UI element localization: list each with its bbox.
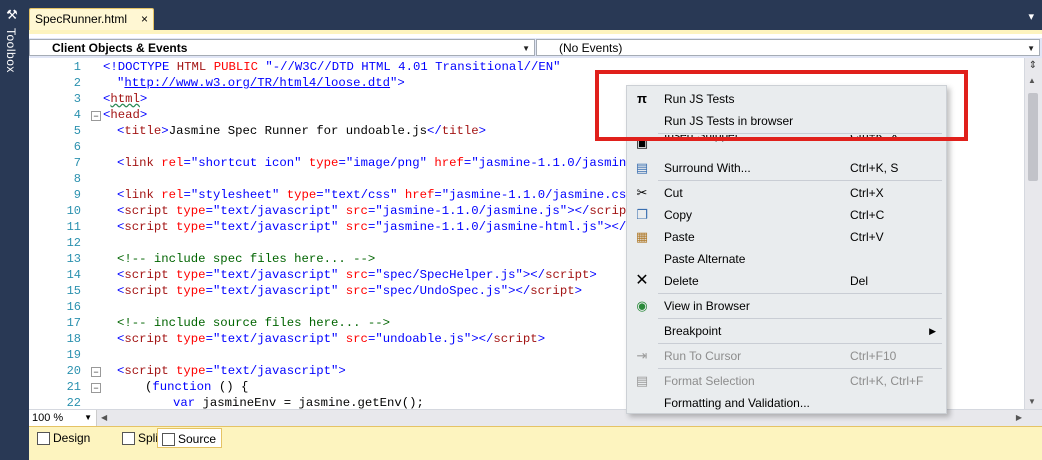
code-line: <script type="text/javascript" src="spec… [117, 268, 597, 282]
line-number: 3 [73, 92, 81, 106]
document-tab-specrunner[interactable]: SpecRunner.html × [29, 8, 155, 30]
chevron-down-icon: ▼ [84, 413, 92, 422]
collapse-icon[interactable]: − [91, 383, 101, 393]
collapse-icon[interactable]: − [91, 111, 101, 121]
menu-item-formatting-validation[interactable]: Formatting and Validation... [627, 392, 946, 414]
menu-item-view-in-browser[interactable]: ◉ View in Browser [627, 295, 946, 317]
events-value: (No Events) [559, 41, 623, 55]
toolbox-icon: ⚒ [6, 7, 18, 22]
code-line: <script type="text/javascript"> [117, 364, 346, 378]
menu-item-breakpoint[interactable]: Breakpoint ▶ [627, 320, 946, 342]
menu-separator [658, 318, 942, 319]
vertical-scrollbar[interactable]: ⇕ ▲ ▼ [1024, 58, 1042, 409]
menu-item-copy[interactable]: ❐ Copy Ctrl+C [627, 204, 946, 226]
tab-title: SpecRunner.html [35, 12, 128, 26]
line-number: 15 [66, 284, 81, 298]
delete-icon: ✕ [635, 272, 649, 289]
code-comment: <!-- include source files here... --> [117, 316, 391, 330]
line-number: 2 [73, 76, 81, 90]
code-line: <!DOCTYPE HTML PUBLIC "-//W3C//DTD HTML … [103, 60, 561, 74]
line-number: 12 [66, 236, 81, 250]
scroll-left-icon[interactable]: ◀ [101, 410, 107, 426]
line-number: 7 [73, 156, 81, 170]
close-icon[interactable]: × [141, 9, 148, 30]
line-number: 21 [66, 380, 81, 394]
submenu-arrow-icon: ▶ [929, 326, 936, 336]
toolbox-panel[interactable]: ⚒ Toolbox [0, 0, 26, 455]
tab-dropdown-icon[interactable]: ▾ [1028, 10, 1034, 24]
menu-separator [658, 343, 942, 344]
scroll-up-icon[interactable]: ▲ [1028, 76, 1036, 85]
code-line: <link rel="shortcut icon" type="image/pn… [117, 156, 656, 170]
line-number: 4 [73, 108, 81, 122]
source-label: Source [178, 432, 217, 446]
chevron-down-icon: ▼ [522, 44, 530, 53]
code-line: <script type="text/javascript" src="spec… [117, 284, 582, 298]
line-number: 6 [73, 140, 81, 154]
code-line: <title>Jasmine Spec Runner for undoable.… [117, 124, 487, 138]
copy-icon: ❐ [636, 207, 648, 222]
code-line: <script type="text/javascript" src="jasm… [117, 220, 656, 234]
menu-separator [658, 368, 942, 369]
menu-item-surround-with[interactable]: ▤ Surround With... Ctrl+K, S [627, 157, 946, 179]
paste-icon: ▦ [635, 229, 649, 244]
design-view-button[interactable]: Design [33, 428, 95, 448]
split-handle-icon[interactable]: ⇕ [1028, 60, 1038, 74]
code-line: "http://www.w3.org/TR/html4/loose.dtd"> [117, 76, 405, 90]
line-number: 16 [66, 300, 81, 314]
zoom-value: 100 % [32, 412, 64, 424]
code-line: <link rel="stylesheet" type="text/css" h… [117, 188, 649, 202]
menu-item-paste-alternate[interactable]: Paste Alternate [627, 248, 946, 270]
line-number: 10 [66, 204, 81, 218]
document-tab-strip: SpecRunner.html × ▾ [26, 0, 1042, 30]
line-number-gutter: 1 2 3 4 5 6 7 8 9 10 11 12 13 14 15 16 1… [29, 58, 101, 410]
code-line: (function () { [145, 380, 249, 394]
line-number: 5 [73, 124, 81, 138]
line-number: 14 [66, 268, 81, 282]
menu-item-delete[interactable]: ✕ Delete Del [627, 270, 946, 292]
line-number: 9 [73, 188, 81, 202]
collapse-icon[interactable]: − [91, 367, 101, 377]
scroll-thumb[interactable] [1028, 93, 1038, 181]
menu-separator [658, 180, 942, 181]
zoom-dropdown[interactable]: 100 % ▼ [29, 410, 97, 426]
code-line: <head> [103, 108, 148, 122]
menu-item-format-selection[interactable]: ▤ Format Selection Ctrl+K, Ctrl+F [627, 370, 946, 392]
line-number: 18 [66, 332, 81, 346]
line-number: 17 [66, 316, 81, 330]
design-label: Design [53, 431, 91, 445]
scissors-icon: ✂ [636, 185, 648, 200]
source-icon [162, 433, 175, 446]
code-comment: <!-- include spec files here... --> [117, 252, 376, 266]
format-icon: ▤ [635, 373, 649, 388]
line-number: 20 [66, 364, 81, 378]
split-icon [122, 432, 135, 445]
browser-icon: ◉ [636, 298, 648, 313]
line-number: 8 [73, 172, 81, 186]
run-to-cursor-icon: ⇥ [636, 348, 648, 363]
line-number: 1 [73, 60, 81, 74]
client-objects-dropdown[interactable]: Client Objects & Events ▼ [29, 39, 535, 56]
menu-separator [658, 293, 942, 294]
highlight-box [595, 70, 968, 141]
line-number: 19 [66, 348, 81, 362]
client-objects-value: Client Objects & Events [52, 41, 188, 55]
menu-item-run-to-cursor[interactable]: ⇥ Run To Cursor Ctrl+F10 [627, 345, 946, 367]
code-line: <script type="text/javascript" src="jasm… [117, 204, 641, 218]
line-number: 11 [66, 220, 81, 234]
menu-item-cut[interactable]: ✂ Cut Ctrl+X [627, 182, 946, 204]
scroll-right-icon[interactable]: ▶ [1016, 410, 1022, 426]
line-number: 13 [66, 252, 81, 266]
code-line: <html> [103, 92, 148, 106]
design-icon [37, 432, 50, 445]
source-view-button[interactable]: Source [157, 428, 223, 448]
events-dropdown[interactable]: (No Events) ▼ [536, 39, 1040, 56]
chevron-down-icon: ▼ [1027, 44, 1035, 53]
code-line: <script type="text/javascript" src="undo… [117, 332, 546, 346]
navigation-bar: Client Objects & Events ▼ (No Events) ▼ [29, 38, 1042, 58]
scroll-down-icon[interactable]: ▼ [1028, 397, 1036, 406]
menu-item-paste[interactable]: ▦ Paste Ctrl+V [627, 226, 946, 248]
surround-icon: ▤ [635, 160, 649, 175]
toolbox-label: Toolbox [4, 28, 18, 73]
